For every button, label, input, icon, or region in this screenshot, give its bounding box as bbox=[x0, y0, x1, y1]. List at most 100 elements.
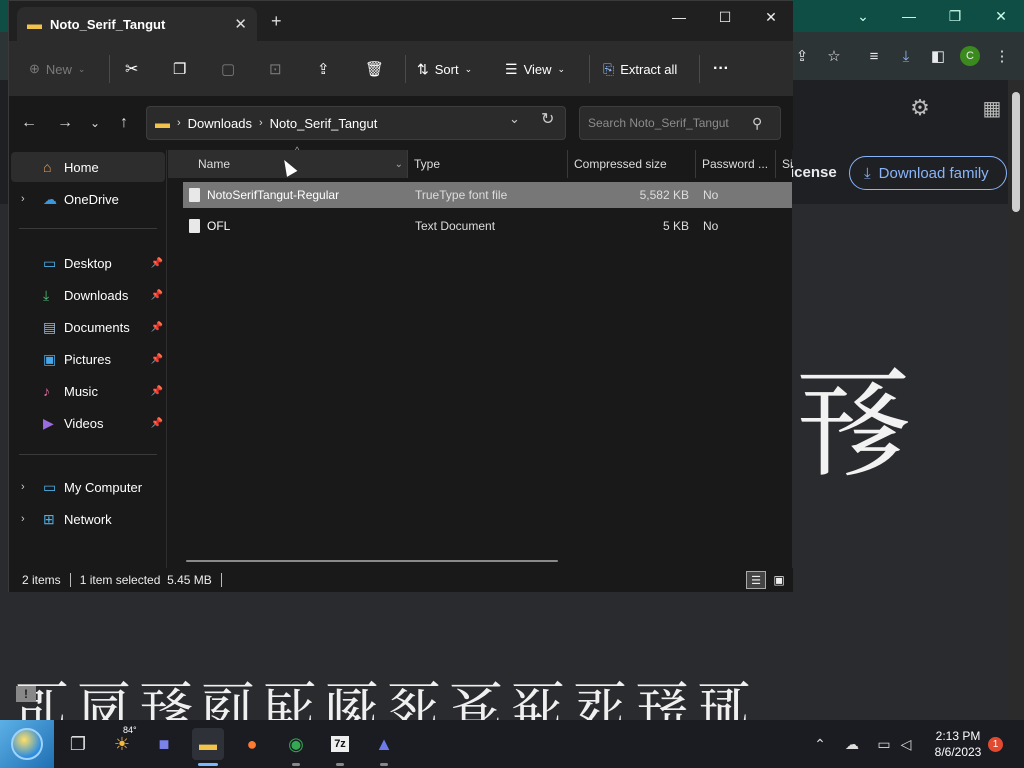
profile-avatar[interactable]: C bbox=[958, 44, 982, 68]
sidebar-item-downloads[interactable]: ⤓ Downloads 📌 bbox=[11, 280, 165, 310]
column-header-password[interactable]: Password ... bbox=[696, 150, 776, 178]
refresh-icon[interactable]: ↻ bbox=[541, 109, 554, 129]
column-filter-chevron-icon[interactable]: ⌄ bbox=[395, 159, 403, 170]
chrome-taskbar-button[interactable]: ◉ bbox=[280, 728, 312, 766]
sidebar-item-music[interactable]: ♪ Music 📌 bbox=[11, 376, 165, 406]
sidebar-item-my-computer[interactable]: › ▭ My Computer bbox=[11, 472, 165, 502]
clipboard-icon: ▢ bbox=[221, 61, 236, 78]
explorer-tab[interactable]: ▬ Noto_Serif_Tangut ✕ bbox=[17, 7, 257, 41]
search-input[interactable] bbox=[580, 107, 750, 139]
pin-icon[interactable]: 📌 bbox=[151, 386, 163, 397]
column-header-type[interactable]: Type bbox=[408, 150, 568, 178]
address-bar[interactable]: ▬ › Downloads › Noto_Serif_Tangut bbox=[146, 106, 566, 140]
pin-icon[interactable]: 📌 bbox=[151, 258, 163, 269]
sidebar-item-network[interactable]: › ⊞ Network bbox=[11, 504, 165, 534]
font-app-icon: ▲ bbox=[375, 733, 393, 754]
rename-button[interactable]: ⊡ bbox=[269, 55, 282, 83]
cut-button[interactable]: ✂ bbox=[125, 55, 138, 83]
settings-gear-icon[interactable]: ⚙ bbox=[908, 95, 932, 120]
copy-button[interactable]: ❐ bbox=[173, 55, 186, 83]
new-button[interactable]: ⊕ New ⌄ bbox=[29, 55, 85, 83]
file-row[interactable]: NotoSerifTangut-Regular TrueType font fi… bbox=[183, 182, 792, 208]
pin-icon[interactable]: 📌 bbox=[151, 418, 163, 429]
close-tab-icon[interactable]: ✕ bbox=[234, 15, 247, 33]
column-header-compressed-size[interactable]: Compressed size bbox=[568, 150, 696, 178]
address-dropdown-icon[interactable]: ⌄ bbox=[509, 111, 520, 127]
bookmark-star-icon[interactable]: ☆ bbox=[822, 44, 846, 68]
expand-chevron-icon[interactable]: › bbox=[21, 193, 25, 205]
column-header-size[interactable]: Si bbox=[776, 150, 792, 178]
browser-close-button[interactable]: ✕ bbox=[978, 0, 1024, 32]
firefox-taskbar-button[interactable]: ● bbox=[236, 728, 268, 760]
font-preview-glyph: 𗀂 bbox=[793, 356, 913, 495]
expand-chevron-icon[interactable]: › bbox=[21, 481, 25, 493]
extract-all-button[interactable]: ⎘ Extract all bbox=[603, 55, 677, 83]
home-icon: ⌂ bbox=[43, 159, 52, 175]
reading-list-icon[interactable]: ≡ bbox=[862, 44, 886, 68]
profile-initial: C bbox=[960, 46, 980, 66]
sidebar-item-desktop[interactable]: ▭ Desktop 📌 bbox=[11, 248, 165, 278]
minimize-button[interactable]: — bbox=[659, 5, 699, 29]
sidebar-item-home[interactable]: ⌂ Home bbox=[11, 152, 165, 182]
status-separator bbox=[69, 573, 71, 587]
license-tab[interactable]: icense bbox=[790, 164, 837, 181]
file-row[interactable]: OFL Text Document 5 KB No bbox=[183, 213, 792, 239]
scrollbar-thumb[interactable] bbox=[1012, 92, 1020, 212]
download-family-button[interactable]: ⤓ Download family bbox=[849, 156, 1007, 190]
breadcrumb-downloads[interactable]: Downloads bbox=[188, 116, 252, 131]
cloud-offline-icon[interactable]: ☁ bbox=[842, 734, 862, 754]
pin-icon[interactable]: 📌 bbox=[151, 290, 163, 301]
breadcrumb-current-folder[interactable]: Noto_Serif_Tangut bbox=[270, 116, 378, 131]
tiles-view-button[interactable]: ▣ bbox=[769, 571, 789, 589]
expand-chevron-icon[interactable]: › bbox=[21, 513, 25, 525]
browser-restore-button[interactable]: ❐ bbox=[932, 0, 978, 32]
side-panel-icon[interactable]: ◧ bbox=[926, 44, 950, 68]
new-tab-button[interactable]: + bbox=[271, 11, 282, 32]
file-list-pane: Name ^ ⌄ Type Compressed size Password .… bbox=[168, 145, 792, 568]
horizontal-scrollbar[interactable] bbox=[186, 560, 558, 562]
back-button[interactable]: ← bbox=[17, 112, 41, 134]
close-button[interactable]: ✕ bbox=[751, 5, 791, 29]
teams-meet-button[interactable]: ■ bbox=[148, 728, 180, 760]
network-icon[interactable]: ▭ bbox=[874, 734, 894, 754]
download-arrow-icon: ⤓ bbox=[43, 286, 50, 303]
7zip-taskbar-button[interactable]: 7z bbox=[324, 728, 356, 766]
details-view-button[interactable]: ☰ bbox=[746, 571, 766, 589]
forward-button[interactable]: → bbox=[53, 112, 77, 134]
browser-scrollbar[interactable] bbox=[1008, 80, 1024, 720]
chevron-down-icon[interactable]: ⌄ bbox=[840, 0, 886, 32]
system-clock[interactable]: 2:13 PM 8/6/2023 bbox=[930, 728, 986, 760]
pin-icon[interactable]: 📌 bbox=[151, 354, 163, 365]
sidebar-item-pictures[interactable]: ▣ Pictures 📌 bbox=[11, 344, 165, 374]
recent-locations-button[interactable]: ⌄ bbox=[83, 112, 107, 134]
delete-button[interactable]: 🗑 bbox=[365, 55, 384, 83]
weather-widget[interactable]: ☀ 84° bbox=[106, 725, 138, 760]
sidebar-item-onedrive[interactable]: › ☁ OneDrive bbox=[11, 184, 165, 214]
show-hidden-icons-chevron[interactable]: ⌃ bbox=[810, 734, 830, 754]
share-button[interactable]: ⇪ bbox=[317, 55, 330, 83]
view-button[interactable]: ☰ View ⌄ bbox=[505, 55, 565, 83]
notification-badge[interactable]: 1 bbox=[988, 737, 1003, 752]
file-explorer-taskbar-button[interactable]: ▬ bbox=[192, 728, 224, 766]
up-button[interactable]: ↑ bbox=[112, 112, 136, 134]
browser-menu-icon[interactable]: ⋮ bbox=[990, 44, 1014, 68]
sidebar-item-documents[interactable]: ▤ Documents 📌 bbox=[11, 312, 165, 342]
downloads-icon[interactable]: ⤓ bbox=[894, 44, 918, 68]
volume-icon[interactable]: ◁ bbox=[896, 734, 916, 754]
font-app-taskbar-button[interactable]: ▲ bbox=[368, 728, 400, 766]
sidebar-item-label: Desktop bbox=[64, 255, 112, 271]
search-icon[interactable]: ⚲ bbox=[752, 115, 762, 132]
apps-grid-icon[interactable]: ▦ bbox=[980, 96, 1004, 120]
maximize-button[interactable]: ☐ bbox=[705, 5, 745, 29]
start-button[interactable] bbox=[0, 720, 54, 768]
pin-icon[interactable]: 📌 bbox=[151, 322, 163, 333]
paste-button[interactable]: ▢ bbox=[221, 55, 235, 83]
task-view-button[interactable]: ❐ bbox=[62, 728, 94, 760]
desktop-icon: ▭ bbox=[43, 254, 57, 271]
more-options-button[interactable]: ··· bbox=[713, 55, 729, 83]
sidebar-item-videos[interactable]: ▶ Videos 📌 bbox=[11, 408, 165, 438]
share-icon[interactable]: ⇪ bbox=[790, 44, 814, 68]
search-box[interactable]: ⚲ bbox=[579, 106, 781, 140]
browser-minimize-button[interactable]: — bbox=[886, 0, 932, 32]
sort-button[interactable]: ⇅ Sort ⌄ bbox=[417, 55, 472, 83]
